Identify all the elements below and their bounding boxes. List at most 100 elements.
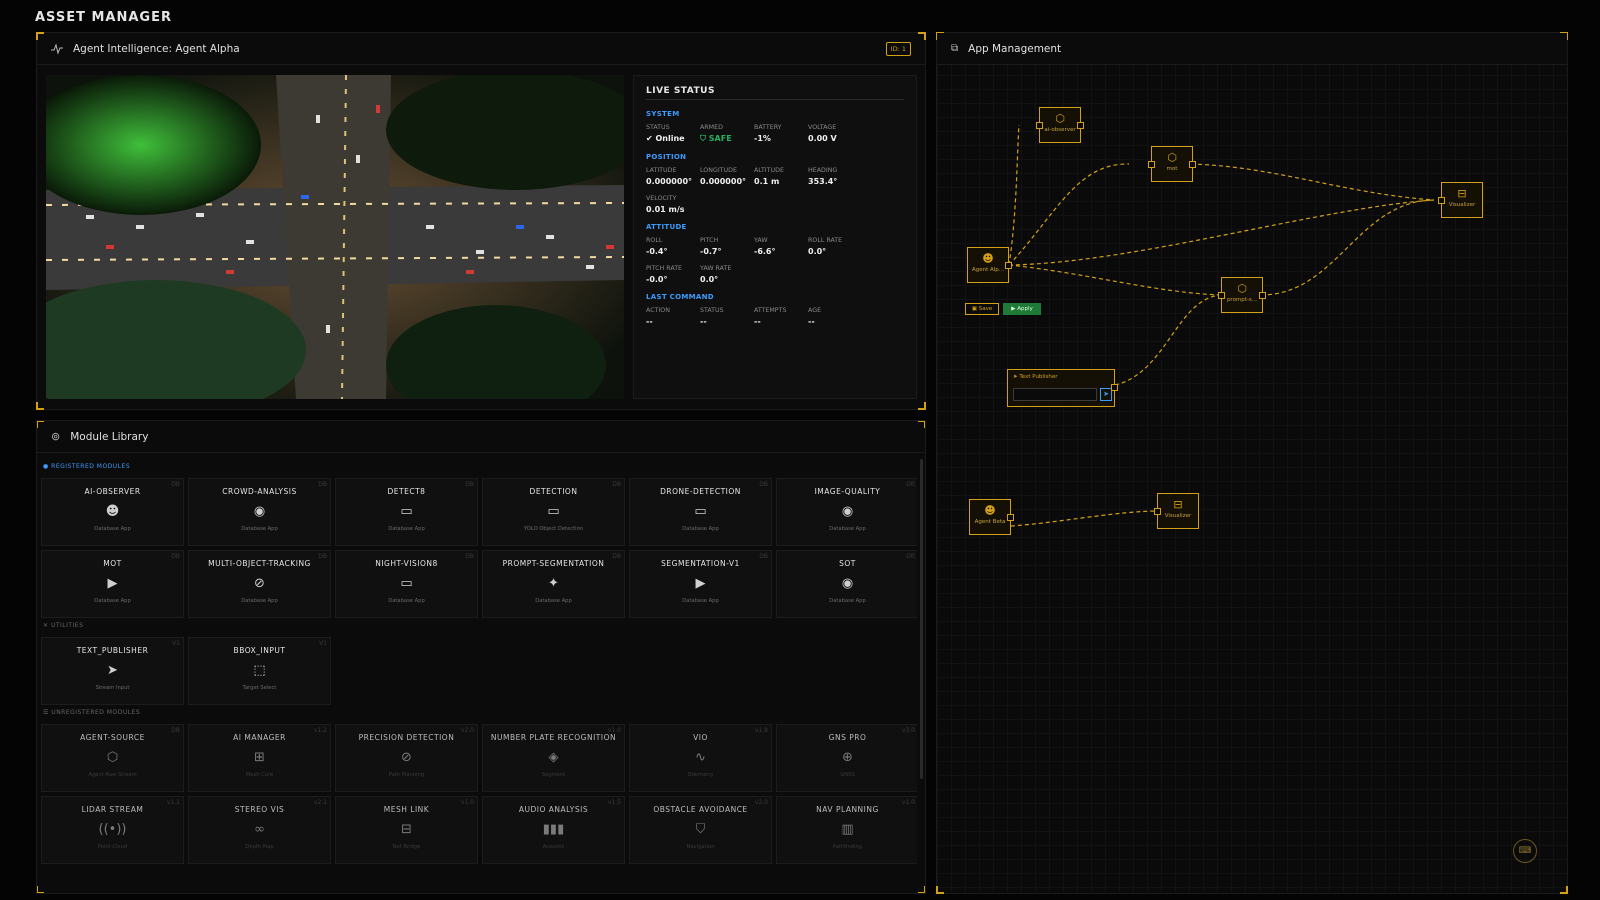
altitude-label: ALTITUDE bbox=[754, 167, 784, 174]
module-card[interactable]: DB NIGHT-VISION8 ▭ Database App bbox=[335, 550, 478, 618]
agent-panel-header: Agent Intelligence: Agent Alpha bbox=[37, 33, 925, 65]
status-text: Online bbox=[655, 134, 685, 143]
module-tag: v1.5 bbox=[607, 799, 621, 806]
node-prompt-segmentation[interactable]: ⬡ prompt-s... bbox=[1218, 277, 1266, 313]
node-agent-alpha[interactable]: ☻ Agent Alp... bbox=[967, 247, 1012, 283]
output-port[interactable] bbox=[1111, 384, 1118, 391]
module-name: STEREO VIS bbox=[234, 805, 285, 814]
node-visualizer-1[interactable]: ⊟ Visualizer bbox=[1438, 182, 1483, 218]
altitude-value: 0.1 m bbox=[754, 177, 780, 186]
node-ai-observer[interactable]: ⬡ ai-observer bbox=[1036, 107, 1084, 143]
module-subtitle: Database App bbox=[682, 526, 719, 532]
module-subtitle: Database App bbox=[682, 598, 719, 604]
module-subtitle: Database App bbox=[829, 598, 866, 604]
module-card[interactable]: v2.0 PRECISION DETECTION ⊘ Path Planning bbox=[335, 724, 478, 792]
module-card[interactable]: v1.1 LIDAR STREAM ((•)) Point Cloud bbox=[41, 796, 184, 864]
video-icon: ▭ bbox=[694, 504, 707, 519]
roll-label: ROLL bbox=[646, 237, 663, 244]
module-tag: v2.0 bbox=[754, 799, 768, 806]
cube-icon: ⬡ bbox=[1237, 282, 1247, 295]
module-card[interactable]: DB MOT ▶ Database App bbox=[41, 550, 184, 618]
attitude-section-label: ATTITUDE bbox=[646, 223, 687, 231]
module-subtitle: GNSS bbox=[840, 772, 855, 778]
node-visualizer-2[interactable]: ⊟ Visualizer bbox=[1154, 493, 1199, 529]
registered-modules-grid: DB AI-OBSERVER ☻ Database App DB CROWD-ANALYS… bbox=[41, 478, 917, 618]
attempts-label: ATTEMPTS bbox=[754, 307, 787, 314]
module-card[interactable]: v3.0 GNS PRO ⊕ GNSS bbox=[776, 724, 917, 792]
output-port[interactable] bbox=[1259, 292, 1266, 299]
module-tag: DB bbox=[759, 553, 768, 560]
module-card[interactable]: v1.2 AI MANAGER ⊞ Mesh Core bbox=[188, 724, 331, 792]
video-icon: ▭ bbox=[400, 576, 413, 591]
node-mot[interactable]: ⬡ mot bbox=[1148, 146, 1196, 182]
roll-rate-value: 0.0° bbox=[808, 247, 827, 256]
module-card[interactable]: V1 BBOX_INPUT ⬚ Target Select bbox=[188, 637, 331, 705]
module-card[interactable]: v2.1 STEREO VIS ∞ Depth Map bbox=[188, 796, 331, 864]
module-name: GNS PRO bbox=[828, 733, 867, 742]
yaw-rate-value: 0.0° bbox=[700, 275, 719, 284]
library-title: Module Library bbox=[70, 430, 149, 443]
module-card[interactable]: v1.5 AUDIO ANALYSIS ▮▮▮ Acoustic bbox=[482, 796, 625, 864]
robot-icon: ☻ bbox=[105, 504, 120, 519]
node-text-publisher[interactable]: ➤ Text Publisher ➤ bbox=[1007, 369, 1118, 407]
module-card[interactable]: DB CROWD-ANALYSIS ◉ Database App bbox=[188, 478, 331, 546]
module-card[interactable]: v1.8 VIO ∿ Odometry bbox=[629, 724, 772, 792]
router-icon: ⊟ bbox=[1173, 498, 1183, 511]
globe-icon: ⊕ bbox=[842, 750, 853, 765]
input-port[interactable] bbox=[1438, 197, 1445, 204]
module-card[interactable]: DB IMAGE-QUALITY ◉ Database App bbox=[776, 478, 917, 546]
module-card[interactable]: DB MULTI-OBJECT-TRACKING ⊘ Database App bbox=[188, 550, 331, 618]
library-body[interactable]: ● REGISTERED MODULES DB AI-OBSERVER ☻ Datab… bbox=[41, 459, 917, 893]
module-card[interactable]: DB AGENT-SOURCE ⬡ Agent Raw Stream bbox=[41, 724, 184, 792]
output-port[interactable] bbox=[1005, 262, 1012, 269]
module-card[interactable]: v1.0 NUMBER PLATE RECOGNITION ◈ Segment bbox=[482, 724, 625, 792]
agent-panel-title: Agent Intelligence: Agent Alpha bbox=[73, 42, 240, 55]
module-card[interactable]: v2.0 OBSTACLE AVOIDANCE ⛉ Navigation bbox=[629, 796, 772, 864]
module-card[interactable]: DB DRONE-DETECTION ▭ Database App bbox=[629, 478, 772, 546]
registered-modules-label: ● REGISTERED MODULES bbox=[43, 463, 131, 470]
app-management-panel[interactable]: ⧉ App Management ⬡ ai-observer ⬡ mot ⊟ V… bbox=[936, 32, 1568, 894]
apply-button[interactable]: ▶ Apply bbox=[1003, 303, 1041, 315]
status-label: STATUS bbox=[646, 124, 670, 131]
output-port[interactable] bbox=[1189, 161, 1196, 168]
input-port[interactable] bbox=[1036, 122, 1043, 129]
cube-icon: ⬡ bbox=[1055, 112, 1065, 125]
save-button[interactable]: ▣ Save bbox=[965, 303, 999, 315]
camera-feed[interactable] bbox=[46, 75, 624, 399]
module-library-panel: ⊚ Module Library ● REGISTERED MODULES DB… bbox=[36, 420, 926, 894]
module-card[interactable]: DB SEGMENTATION-V1 ▶ Database App bbox=[629, 550, 772, 618]
age-label: AGE bbox=[808, 307, 822, 314]
module-card[interactable]: DB SOT ◉ Database App bbox=[776, 550, 917, 618]
module-card[interactable]: DB AI-OBSERVER ☻ Database App bbox=[41, 478, 184, 546]
node-prompt-label: prompt-s... bbox=[1226, 297, 1258, 303]
text-publisher-header: ➤ Text Publisher bbox=[1013, 374, 1114, 380]
module-card[interactable]: DB DETECT8 ▭ Database App bbox=[335, 478, 478, 546]
module-card[interactable]: DB DETECTION ▭ YOLO Object Detection bbox=[482, 478, 625, 546]
input-port[interactable] bbox=[1154, 508, 1161, 515]
play-icon: ▶ bbox=[695, 576, 706, 591]
module-tag: v1.0 bbox=[607, 727, 621, 734]
command-status-value: -- bbox=[700, 317, 707, 326]
velocity-label: VELOCITY bbox=[646, 195, 677, 202]
module-subtitle: Mesh Core bbox=[245, 772, 274, 778]
module-subtitle: Segment bbox=[541, 772, 566, 778]
module-card[interactable]: V1 TEXT_PUBLISHER ➤ Stream Input bbox=[41, 637, 184, 705]
module-tag: DB bbox=[171, 727, 180, 734]
voltage-label: VOLTAGE bbox=[808, 124, 837, 131]
library-scrollbar[interactable] bbox=[920, 459, 923, 779]
module-card[interactable]: v1.0 MESH LINK ⊟ Net Bridge bbox=[335, 796, 478, 864]
module-name: DETECT8 bbox=[387, 487, 426, 496]
input-port[interactable] bbox=[1148, 161, 1155, 168]
output-port[interactable] bbox=[1077, 122, 1084, 129]
module-card[interactable]: v1.0 NAV PLANNING ▥ Pathfinding bbox=[776, 796, 917, 864]
output-port[interactable] bbox=[1007, 514, 1014, 521]
module-card[interactable]: DB PROMPT-SEGMENTATION ✦ Database App bbox=[482, 550, 625, 618]
module-subtitle: Navigation bbox=[686, 844, 715, 850]
input-port[interactable] bbox=[1218, 292, 1225, 299]
apply-button-label: Apply bbox=[1017, 306, 1033, 312]
text-publisher-input[interactable] bbox=[1013, 388, 1097, 401]
module-tag: DB bbox=[318, 481, 327, 488]
action-value: -- bbox=[646, 317, 653, 326]
terminal-button[interactable]: ⌨ bbox=[1513, 839, 1537, 863]
node-agent-beta[interactable]: ☻ Agent Beta bbox=[969, 499, 1014, 535]
